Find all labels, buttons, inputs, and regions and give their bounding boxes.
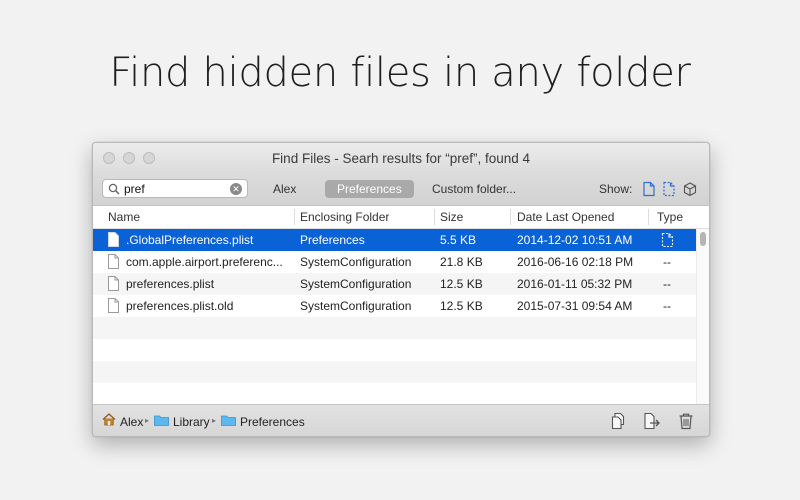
show-label: Show:: [599, 182, 633, 196]
date-last-opened: 2014-12-02 10:51 AM: [517, 233, 633, 247]
trash-icon[interactable]: [677, 412, 695, 430]
column-folder-header[interactable]: Enclosing Folder: [300, 210, 389, 224]
column-size-header[interactable]: Size: [440, 210, 463, 224]
file-type: --: [663, 277, 671, 291]
folder-icon: [221, 415, 236, 426]
clear-search-icon[interactable]: ✕: [230, 183, 242, 195]
table-header: Name Enclosing Folder Size Date Last Ope…: [93, 206, 709, 229]
document-icon: [108, 232, 119, 247]
column-date-header[interactable]: Date Last Opened: [517, 210, 614, 224]
file-type: --: [663, 255, 671, 269]
show-visible-files-icon[interactable]: [642, 181, 656, 197]
toolbar: ✕ Alex Preferences Custom folder... Show…: [93, 173, 709, 206]
enclosing-folder: SystemConfiguration: [300, 277, 412, 291]
show-hidden-files-icon[interactable]: [662, 181, 676, 197]
table-row[interactable]: com.apple.airport.preferenc... SystemCon…: [93, 251, 696, 273]
file-size: 12.5 KB: [440, 299, 483, 313]
status-bar: Alex ▸ Library ▸ Preferences: [93, 404, 709, 436]
results-table: .GlobalPreferences.plist Preferences 5.5…: [93, 229, 696, 404]
date-last-opened: 2016-06-16 02:18 PM: [517, 255, 634, 269]
table-row[interactable]: preferences.plist.old SystemConfiguratio…: [93, 295, 696, 317]
breadcrumb-separator: ▸: [212, 416, 217, 425]
date-last-opened: 2016-01-11 05:32 PM: [517, 277, 633, 291]
scope-alex-button[interactable]: Alex: [261, 180, 308, 198]
title-bar: Find Files - Searh results for “pref”, f…: [93, 143, 709, 173]
home-icon: [102, 413, 116, 426]
file-size: 21.8 KB: [440, 255, 483, 269]
empty-row: [93, 317, 696, 339]
document-icon: [108, 276, 119, 291]
scope-custom-folder-button[interactable]: Custom folder...: [420, 180, 528, 198]
empty-row: [93, 339, 696, 361]
enclosing-folder: SystemConfiguration: [300, 299, 412, 313]
folder-icon: [154, 415, 169, 426]
search-input[interactable]: [124, 181, 224, 196]
file-name: preferences.plist.old: [126, 299, 234, 313]
column-type-header[interactable]: Type: [657, 210, 683, 224]
date-last-opened: 2015-07-31 09:54 AM: [517, 299, 633, 313]
scope-preferences-button[interactable]: Preferences: [325, 180, 414, 198]
breadcrumb-alex[interactable]: Alex: [120, 415, 143, 429]
column-name-header[interactable]: Name: [108, 210, 140, 224]
file-type: --: [663, 299, 671, 313]
file-size: 5.5 KB: [440, 233, 477, 247]
hidden-file-icon: [661, 232, 674, 248]
breadcrumb-library[interactable]: Library: [173, 415, 210, 429]
table-row[interactable]: preferences.plist SystemConfiguration 12…: [93, 273, 696, 295]
document-icon: [108, 254, 119, 269]
vertical-scrollbar[interactable]: [696, 229, 709, 404]
breadcrumb-separator: ▸: [145, 416, 150, 425]
search-icon: [108, 183, 120, 195]
file-name: .GlobalPreferences.plist: [126, 233, 254, 247]
file-name: preferences.plist: [126, 277, 215, 291]
reveal-in-finder-icon[interactable]: [643, 412, 661, 430]
column-divider: [648, 209, 649, 225]
scrollbar-thumb[interactable]: [700, 232, 706, 246]
file-name: com.apple.airport.preferenc...: [126, 255, 283, 269]
empty-row: [93, 383, 696, 404]
breadcrumb-preferences[interactable]: Preferences: [240, 415, 305, 429]
table-row-selected[interactable]: .GlobalPreferences.plist Preferences 5.5…: [93, 229, 696, 251]
empty-row: [93, 361, 696, 383]
headline: Find hidden files in any folder: [109, 50, 691, 96]
column-divider: [510, 209, 511, 225]
column-divider: [294, 209, 295, 225]
find-files-window: Find Files - Searh results for “pref”, f…: [92, 142, 710, 437]
window-title: Find Files - Searh results for “pref”, f…: [271, 151, 531, 166]
column-divider: [434, 209, 435, 225]
file-size: 12.5 KB: [440, 277, 483, 291]
copy-files-icon[interactable]: [610, 412, 628, 430]
show-packages-icon[interactable]: [683, 181, 697, 197]
search-field[interactable]: ✕: [102, 179, 248, 198]
document-icon: [108, 298, 119, 313]
enclosing-folder: SystemConfiguration: [300, 255, 412, 269]
enclosing-folder: Preferences: [300, 233, 365, 247]
